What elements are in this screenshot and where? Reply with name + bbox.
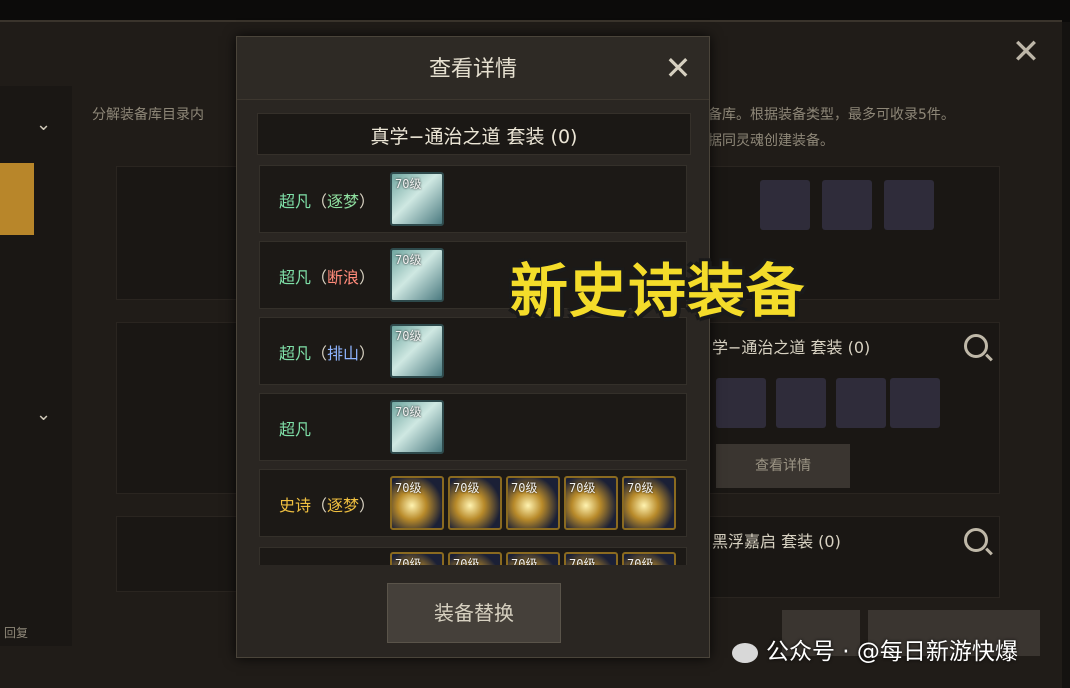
list-item: 超凡 70级: [259, 393, 687, 461]
caption-overlay: 新史诗装备: [510, 257, 806, 325]
list-item: 70级 70级 70级 70级 70级: [259, 547, 687, 565]
equipment-icon[interactable]: 70级: [506, 552, 560, 565]
top-strip: [0, 0, 1070, 22]
background-thumb: [884, 180, 934, 230]
equip-replace-button[interactable]: 装备替换: [387, 583, 561, 643]
equipment-icon[interactable]: 70级: [390, 248, 444, 302]
search-icon[interactable]: [964, 334, 988, 358]
background-thumb: [836, 378, 886, 428]
wechat-icon: [732, 642, 758, 663]
equipment-list[interactable]: 超凡（逐梦） 70级 超凡（断浪） 70级 超凡（排山） 70级 超凡 70级 …: [259, 165, 687, 565]
equipment-icon[interactable]: 70级: [448, 476, 502, 530]
set-title: 真学−通治之道 套装 (0): [370, 126, 578, 148]
equipment-icon[interactable]: 70级: [390, 552, 444, 565]
row-label: 超凡（逐梦）: [279, 192, 376, 211]
background-panel: [116, 166, 238, 300]
background-thumb: [716, 378, 766, 428]
equipment-icon[interactable]: 70级: [622, 476, 676, 530]
background-view-button[interactable]: 查看详情: [716, 444, 850, 488]
equipment-icon[interactable]: 70级: [390, 476, 444, 530]
watermark-text: 公众号 · @每日新游快爆: [766, 639, 1018, 665]
details-dialog: 查看详情 ✕ 真学−通治之道 套装 (0) 超凡（逐梦） 70级 超凡（断浪） …: [236, 36, 710, 658]
watermark: 公众号 · @每日新游快爆: [732, 632, 1018, 666]
background-corner-text: 回复: [4, 626, 29, 640]
dialog-header: 查看详情 ✕: [237, 37, 709, 100]
chevron-down-icon[interactable]: ⌄: [36, 114, 51, 135]
background-set-label: 黑浮嘉启 套装 (0): [712, 532, 841, 551]
dialog-title: 查看详情: [428, 57, 517, 82]
row-label: 史诗（逐梦）: [279, 496, 376, 515]
equipment-icon[interactable]: 70级: [390, 172, 444, 226]
equipment-icon[interactable]: 70级: [622, 552, 676, 565]
background-thumb: [890, 378, 940, 428]
background-description: 分解装备库目录内: [92, 107, 204, 123]
background-thumb: [760, 180, 810, 230]
list-item: 超凡（逐梦） 70级: [259, 165, 687, 233]
list-item: 史诗（逐梦） 70级 70级 70级 70级 70级: [259, 469, 687, 537]
background-panel: [116, 322, 238, 494]
equipment-icon[interactable]: 70级: [448, 552, 502, 565]
background-panel: [116, 516, 238, 592]
set-title-bar: 真学−通治之道 套装 (0): [257, 113, 691, 155]
row-label: 超凡: [279, 420, 312, 439]
equipment-icon[interactable]: 70级: [564, 552, 618, 565]
row-label: 超凡（断浪）: [279, 268, 376, 287]
equipment-icon[interactable]: 70级: [390, 400, 444, 454]
background-close-icon[interactable]: ✕: [1008, 34, 1044, 70]
background-thumb: [776, 378, 826, 428]
background-thumb: [822, 180, 872, 230]
equipment-icon[interactable]: 70级: [564, 476, 618, 530]
equipment-icon[interactable]: 70级: [506, 476, 560, 530]
background-info-line2: 据同灵魂创建装备。: [708, 133, 834, 149]
equipment-icon[interactable]: 70级: [390, 324, 444, 378]
search-icon[interactable]: [964, 528, 988, 552]
background-info-line1: 备库。根据装备类型，最多可收录5件。: [708, 107, 955, 123]
sidebar-selected-tab[interactable]: [0, 163, 34, 235]
chevron-down-icon[interactable]: ⌄: [36, 404, 51, 425]
close-icon[interactable]: ✕: [661, 51, 695, 85]
background-set-label: 学−通治之道 套装 (0): [712, 338, 871, 357]
row-label: 超凡（排山）: [279, 344, 376, 363]
